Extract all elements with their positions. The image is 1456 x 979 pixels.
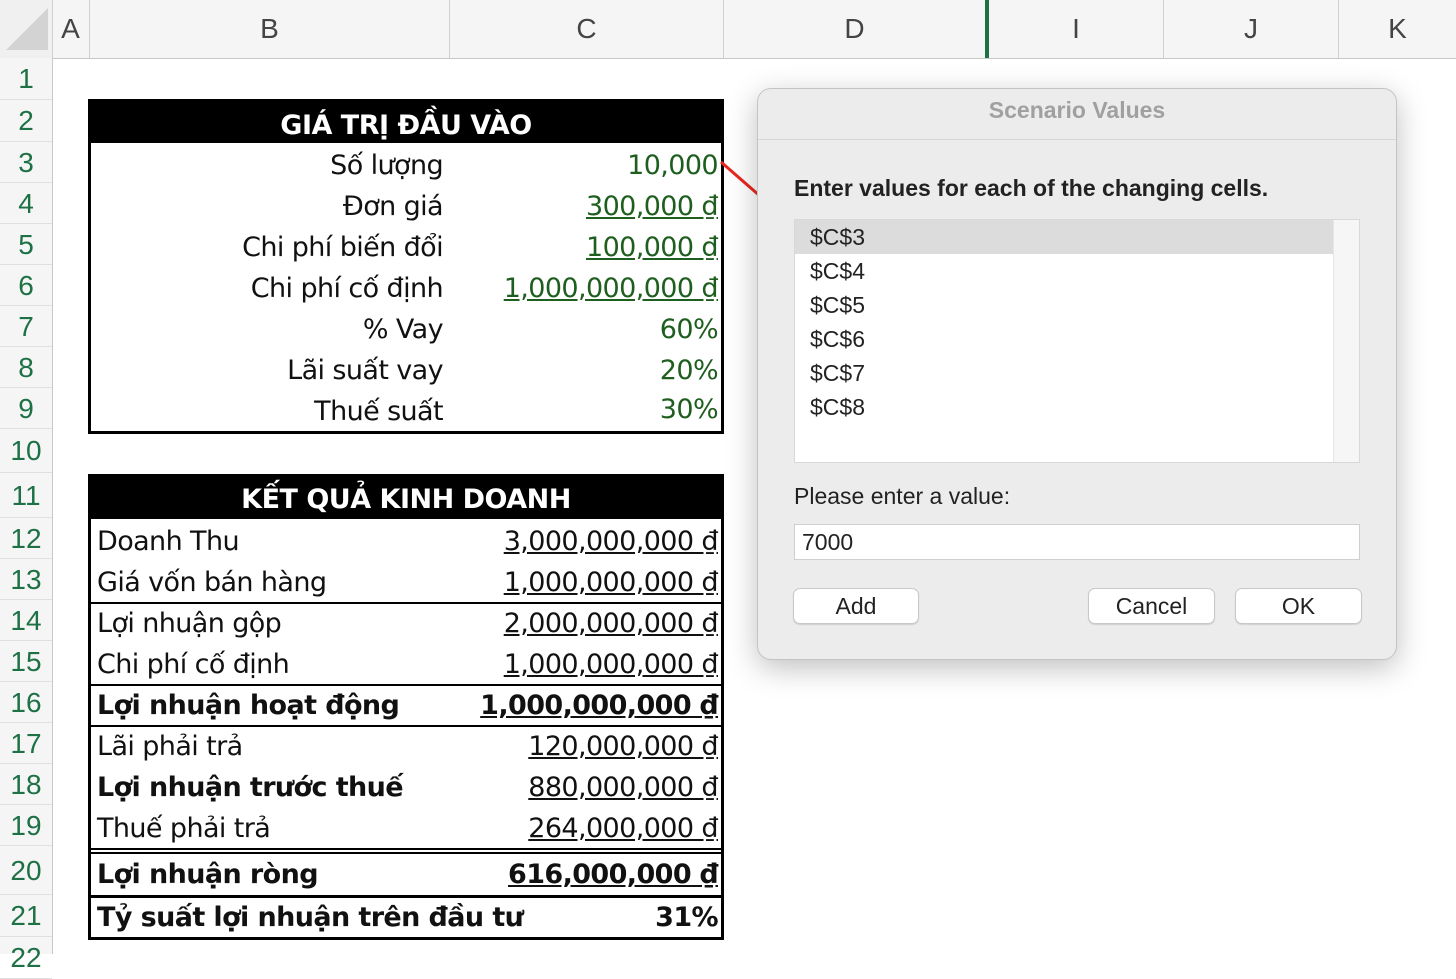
row-header-20[interactable]: 20 <box>0 846 52 895</box>
result-value-roi[interactable]: 31% <box>531 898 718 938</box>
row-header-19[interactable]: 19 <box>0 805 52 846</box>
changing-cell-item[interactable]: $C$5 <box>795 288 1334 322</box>
input-label-interest-rate[interactable]: Lãi suất vay <box>91 350 443 391</box>
cancel-button[interactable]: Cancel <box>1088 588 1215 624</box>
input-label-loan-pct[interactable]: % Vay <box>91 309 444 350</box>
scenario-values-dialog: Scenario Values Enter values for each of… <box>757 88 1397 660</box>
select-all-corner[interactable] <box>0 0 53 58</box>
row-header-10[interactable]: 10 <box>0 429 52 473</box>
changing-cell-item[interactable]: $C$8 <box>795 390 1334 424</box>
result-value-revenue[interactable]: 3,000,000,000 ₫ <box>391 521 719 562</box>
row-header-1[interactable]: 1 <box>0 58 52 100</box>
value-label: Please enter a value: <box>794 483 1011 509</box>
frozen-pane-divider[interactable] <box>985 0 989 58</box>
row-header-12[interactable]: 12 <box>0 518 52 559</box>
row-header-3[interactable]: 3 <box>0 142 52 183</box>
dialog-prompt: Enter values for each of the changing ce… <box>794 175 1269 201</box>
input-value-variable-cost[interactable]: 100,000 ₫ <box>451 227 719 268</box>
input-label-fixed-cost[interactable]: Chi phí cố định <box>91 268 444 309</box>
column-header-d[interactable]: D <box>724 0 986 58</box>
input-label-quantity[interactable]: Số lượng <box>91 145 443 186</box>
input-value-loan-pct[interactable]: 60% <box>451 309 719 350</box>
row-header-5[interactable]: 5 <box>0 224 52 265</box>
column-header-a[interactable]: A <box>52 0 90 58</box>
row-header-9[interactable]: 9 <box>0 388 52 429</box>
input-label-unit-price[interactable]: Đơn giá <box>91 186 444 227</box>
column-header-b[interactable]: B <box>90 0 450 58</box>
row-header-4[interactable]: 4 <box>0 183 52 224</box>
divider-line <box>91 848 721 850</box>
input-value-fixed-cost[interactable]: 1,000,000,000 ₫ <box>451 268 719 309</box>
row-header-8[interactable]: 8 <box>0 347 52 388</box>
row-header-14[interactable]: 14 <box>0 600 52 641</box>
list-scrollbar[interactable] <box>1333 220 1359 462</box>
input-label-variable-cost[interactable]: Chi phí biến đổi <box>91 227 443 268</box>
input-value-unit-price[interactable]: 300,000 ₫ <box>451 186 719 227</box>
row-header-7[interactable]: 7 <box>0 306 52 347</box>
row-header-13[interactable]: 13 <box>0 559 52 600</box>
input-label-tax-rate[interactable]: Thuế suất <box>91 391 443 432</box>
inputs-table: GIÁ TRỊ ĐẦU VÀO Số lượng 10,000 Đơn giá … <box>88 99 724 434</box>
changing-cell-item[interactable]: $C$4 <box>795 254 1334 288</box>
result-value-tax[interactable]: 264,000,000 ₫ <box>391 808 718 849</box>
inputs-table-title[interactable]: GIÁ TRỊ ĐẦU VÀO <box>91 102 721 143</box>
column-header-i[interactable]: I <box>989 0 1164 58</box>
changing-cell-item[interactable]: $C$7 <box>795 356 1334 390</box>
column-header-bar: A B C D I J K <box>0 0 1456 59</box>
row-header-6[interactable]: 6 <box>0 265 52 306</box>
changing-cell-item[interactable]: $C$3 <box>795 220 1334 254</box>
row-header-bar: 1 2 3 4 5 6 7 8 9 10 11 12 13 14 15 16 1… <box>0 58 53 979</box>
dialog-title: Scenario Values <box>988 97 1166 123</box>
results-table: KẾT QUẢ KINH DOANH Doanh Thu 3,000,000,0… <box>88 474 724 940</box>
value-input[interactable] <box>794 524 1360 560</box>
row-header-15[interactable]: 15 <box>0 641 52 682</box>
result-value-operating-profit[interactable]: 1,000,000,000 ₫ <box>391 685 718 726</box>
changing-cell-item[interactable]: $C$6 <box>795 322 1334 356</box>
row-header-2[interactable]: 2 <box>0 100 52 142</box>
row-header-11[interactable]: 11 <box>0 473 52 518</box>
row-header-16[interactable]: 16 <box>0 682 52 723</box>
row-header-18[interactable]: 18 <box>0 764 52 805</box>
column-header-k[interactable]: K <box>1339 0 1456 58</box>
input-value-tax-rate[interactable]: 30% <box>451 391 719 432</box>
row-header-22[interactable]: 22 <box>0 937 52 979</box>
result-value-cogs[interactable]: 1,000,000,000 ₫ <box>391 562 719 603</box>
result-value-interest[interactable]: 120,000,000 ₫ <box>391 726 718 767</box>
add-button[interactable]: Add <box>793 588 919 624</box>
result-value-net-profit[interactable]: 616,000,000 ₫ <box>391 854 719 895</box>
select-all-corner-icon <box>6 8 48 50</box>
changing-cells-list[interactable]: $C$3 $C$4 $C$5 $C$6 $C$7 $C$8 <box>794 219 1360 463</box>
result-value-pretax-profit[interactable]: 880,000,000 ₫ <box>391 767 718 808</box>
column-header-j[interactable]: J <box>1164 0 1339 58</box>
column-header-c[interactable]: C <box>450 0 724 58</box>
results-table-title[interactable]: KẾT QUẢ KINH DOANH <box>91 477 721 519</box>
dialog-divider <box>758 139 1396 140</box>
result-value-gross-profit[interactable]: 2,000,000,000 ₫ <box>391 603 719 644</box>
ok-button[interactable]: OK <box>1235 588 1362 624</box>
result-label-roi[interactable]: Tỷ suất lợi nhuận trên đầu tư <box>97 898 524 938</box>
row-header-21[interactable]: 21 <box>0 895 52 937</box>
row-header-17[interactable]: 17 <box>0 723 52 764</box>
result-value-fixed-cost[interactable]: 1,000,000,000 ₫ <box>391 644 719 685</box>
input-value-interest-rate[interactable]: 20% <box>451 350 719 391</box>
input-value-quantity[interactable]: 10,000 <box>451 145 718 186</box>
